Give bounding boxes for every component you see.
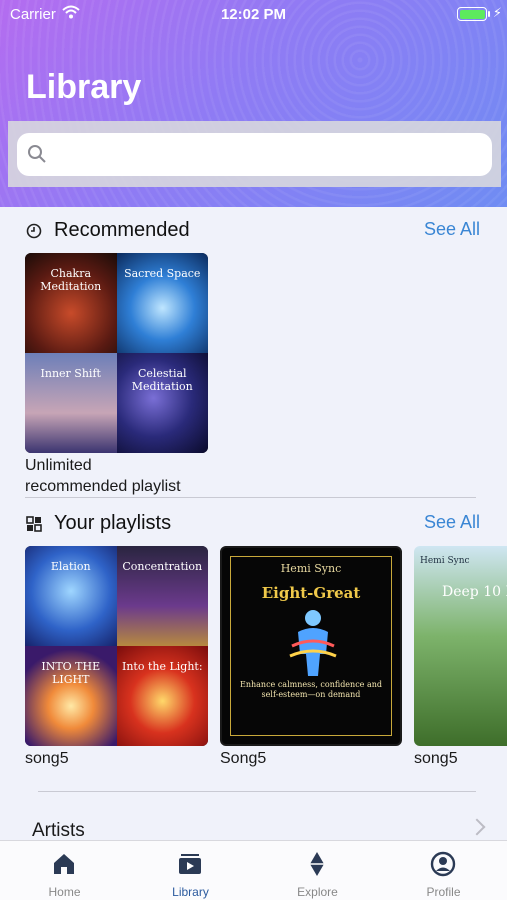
tab-explore[interactable]: Explore <box>267 841 368 900</box>
section-divider <box>25 497 476 498</box>
recommended-playlist-card[interactable]: Chakra Meditation Sacred Space Inner Shi… <box>25 253 210 497</box>
tab-label: Home <box>48 885 81 899</box>
battery-icon <box>457 7 487 21</box>
tab-label: Explore <box>297 885 338 899</box>
playlist-label: song5 <box>25 750 69 767</box>
artwork-elation: Elation <box>25 546 117 646</box>
search-input[interactable] <box>57 139 477 169</box>
explore-icon <box>310 852 324 876</box>
artists-label: Artists <box>32 820 85 841</box>
artwork-celestial: Celestial Meditation <box>116 353 208 453</box>
profile-icon <box>430 851 456 877</box>
playlist-artwork: Elation Concentration INTO THE LIGHT Int… <box>25 546 208 746</box>
clock-icon <box>26 223 42 239</box>
artwork-sacred-space: Sacred Space <box>116 253 208 353</box>
playlist-label: song5 <box>414 750 458 767</box>
artwork-into-the-light: INTO THE LIGHT <box>25 646 117 746</box>
status-bar: Carrier 12:02 PM ⚡ <box>0 0 507 30</box>
recommended-playlist-artwork: Chakra Meditation Sacred Space Inner Shi… <box>25 253 208 453</box>
artwork-into-the-light-2: Into the Light: <box>116 646 208 746</box>
charging-icon: ⚡ <box>492 5 502 20</box>
playlist-card[interactable]: Hemi Sync Eight-Great Enhance calmness, … <box>220 546 402 769</box>
playlist-artwork: Hemi Sync Deep 10 R <box>414 546 507 746</box>
playlists-see-all-link[interactable]: See All <box>424 512 480 533</box>
chevron-right-icon <box>468 818 486 836</box>
playlist-label: Song5 <box>220 750 267 767</box>
recommended-title: Recommended <box>54 219 190 241</box>
playlist-grid-icon <box>26 516 42 532</box>
search-icon <box>28 145 46 163</box>
tab-label: Library <box>172 885 209 899</box>
brand-label: Hemi Sync <box>420 556 470 566</box>
artwork-concentration: Concentration <box>116 546 208 646</box>
playlists-header: Your playlists See All <box>0 509 507 541</box>
section-divider <box>38 791 476 792</box>
playlist-card[interactable]: Elation Concentration INTO THE LIGHT Int… <box>25 546 210 769</box>
recommended-see-all-link[interactable]: See All <box>424 219 480 240</box>
tab-bar: Home Library Explore Profile <box>0 840 507 900</box>
playlist-artwork: Hemi Sync Eight-Great Enhance calmness, … <box>220 546 402 746</box>
brand-label: Hemi Sync <box>280 562 342 575</box>
search-container <box>8 121 501 187</box>
search-field[interactable] <box>17 133 492 176</box>
battery-tip <box>488 11 490 17</box>
tab-label: Profile <box>426 885 461 899</box>
home-icon <box>54 854 74 874</box>
header: Carrier 12:02 PM ⚡ Library <box>0 0 507 207</box>
recommended-header: Recommended See All <box>0 216 507 248</box>
artwork-title: Eight-Great <box>261 584 361 602</box>
library-icon <box>179 854 201 874</box>
artwork-title: Deep 10 R <box>442 584 507 600</box>
playlist-card[interactable]: Hemi Sync Deep 10 R song5 <box>414 546 507 769</box>
tab-home[interactable]: Home <box>14 841 115 900</box>
artwork-chakra: Chakra Meditation <box>25 253 117 353</box>
tab-library[interactable]: Library <box>140 841 241 900</box>
tab-profile[interactable]: Profile <box>393 841 494 900</box>
status-time: 12:02 PM <box>220 6 287 23</box>
page-title: Library <box>26 68 142 106</box>
glowing-figure-icon <box>289 610 337 676</box>
recommended-playlist-label: Unlimited recommended playlist <box>25 457 181 495</box>
artwork-tagline: Enhance calmness, confidence and self-es… <box>240 680 382 699</box>
playlists-title: Your playlists <box>54 512 172 534</box>
artwork-inner-shift: Inner Shift <box>25 353 117 453</box>
